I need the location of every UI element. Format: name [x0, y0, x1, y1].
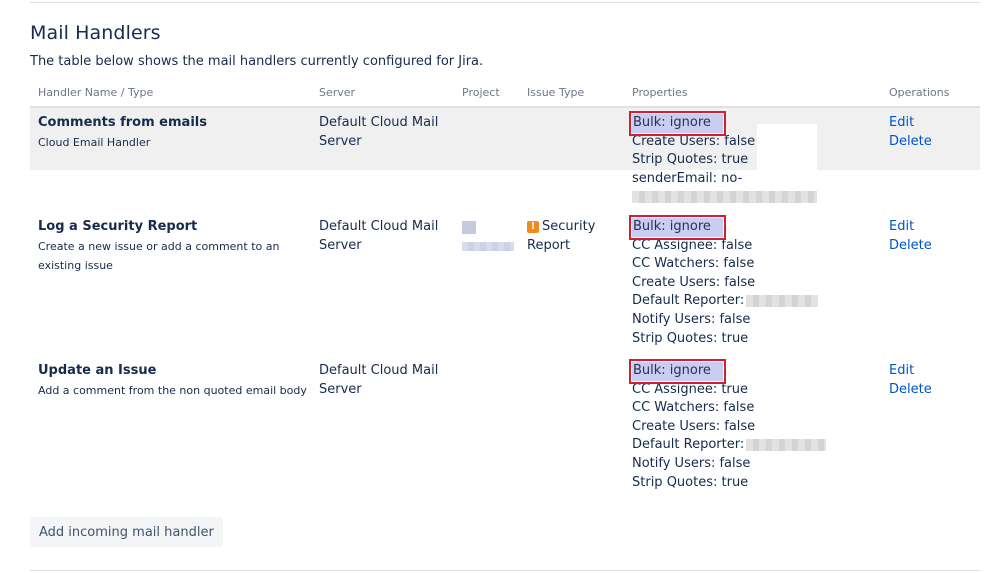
redaction-mask [757, 124, 817, 170]
add-incoming-mail-handler-button[interactable]: Add incoming mail handler [30, 517, 223, 547]
header-properties: Properties [632, 86, 688, 99]
property-item: Strip Quotes: true [632, 474, 749, 490]
header-project: Project [462, 86, 500, 99]
property-item: Create Users: false [632, 418, 756, 434]
page-description: The table below shows the mail handlers … [30, 54, 484, 69]
server-name: Default Cloud Mail Server [319, 363, 439, 397]
property-item: Notify Users: false [632, 455, 751, 471]
property-item: senderEmail: no- [632, 170, 743, 186]
header-server: Server [319, 86, 356, 99]
operations: Edit Delete [889, 218, 959, 255]
property-item: Strip Quotes: true [632, 330, 749, 346]
bottom-divider [30, 570, 980, 571]
property-item: CC Watchers: false [632, 400, 755, 416]
server-name: Default Cloud Mail Server [319, 115, 439, 149]
redacted-project-name [462, 242, 514, 251]
project-cell [462, 218, 517, 258]
edit-link[interactable]: Edit [889, 362, 959, 381]
operations: Edit Delete [889, 114, 959, 151]
table-row: Log a Security Report Create a new issue… [30, 212, 980, 352]
table-row: Update an Issue Add a comment from the n… [30, 356, 980, 496]
operations: Edit Delete [889, 362, 959, 399]
property-item: CC Assignee: false [632, 237, 753, 253]
header-operations: Operations [889, 86, 950, 99]
handler-name: Log a Security Report [38, 219, 198, 234]
property-item: CC Assignee: true [632, 381, 749, 397]
handler-name: Comments from emails [38, 115, 207, 130]
delete-link[interactable]: Delete [889, 237, 959, 256]
handler-type: Add a comment from the non quoted email … [38, 383, 307, 397]
property-item: Notify Users: false [632, 311, 751, 327]
issue-type-cell: ! Security Report [527, 218, 617, 255]
handler-type: Cloud Email Handler [38, 135, 151, 149]
property-item: CC Watchers: false [632, 256, 755, 272]
edit-link[interactable]: Edit [889, 218, 959, 237]
delete-link[interactable]: Delete [889, 381, 959, 400]
page-title: Mail Handlers [30, 22, 161, 44]
redacted-value [632, 190, 817, 203]
bulk-property-highlight: Bulk: ignore [629, 215, 726, 240]
bulk-property-highlight: Bulk: ignore [629, 359, 726, 384]
handler-type: Create a new issue or add a comment to a… [38, 239, 280, 272]
properties-list: Bulk: ignore CC Assignee: false CC Watch… [629, 215, 882, 348]
bulk-property-highlight: Bulk: ignore [629, 111, 726, 136]
property-item: Create Users: false [632, 274, 756, 290]
warning-icon: ! [527, 221, 539, 233]
table-header: Handler Name / Type Server Project Issue… [30, 85, 980, 108]
redacted-value [746, 438, 827, 451]
delete-link[interactable]: Delete [889, 133, 959, 152]
edit-link[interactable]: Edit [889, 114, 959, 133]
table-row: Comments from emails Cloud Email Handler… [30, 108, 980, 203]
server-name: Default Cloud Mail Server [319, 219, 439, 253]
header-handler-name: Handler Name / Type [38, 86, 154, 99]
project-avatar [462, 221, 476, 234]
properties-list: Bulk: ignore CC Assignee: true CC Watche… [629, 359, 882, 492]
top-divider [30, 2, 980, 3]
redacted-value [746, 294, 819, 307]
property-item: Default Reporter: [632, 293, 745, 309]
header-issue-type: Issue Type [527, 86, 585, 99]
property-item: Default Reporter: [632, 437, 745, 453]
handler-name: Update an Issue [38, 363, 157, 378]
